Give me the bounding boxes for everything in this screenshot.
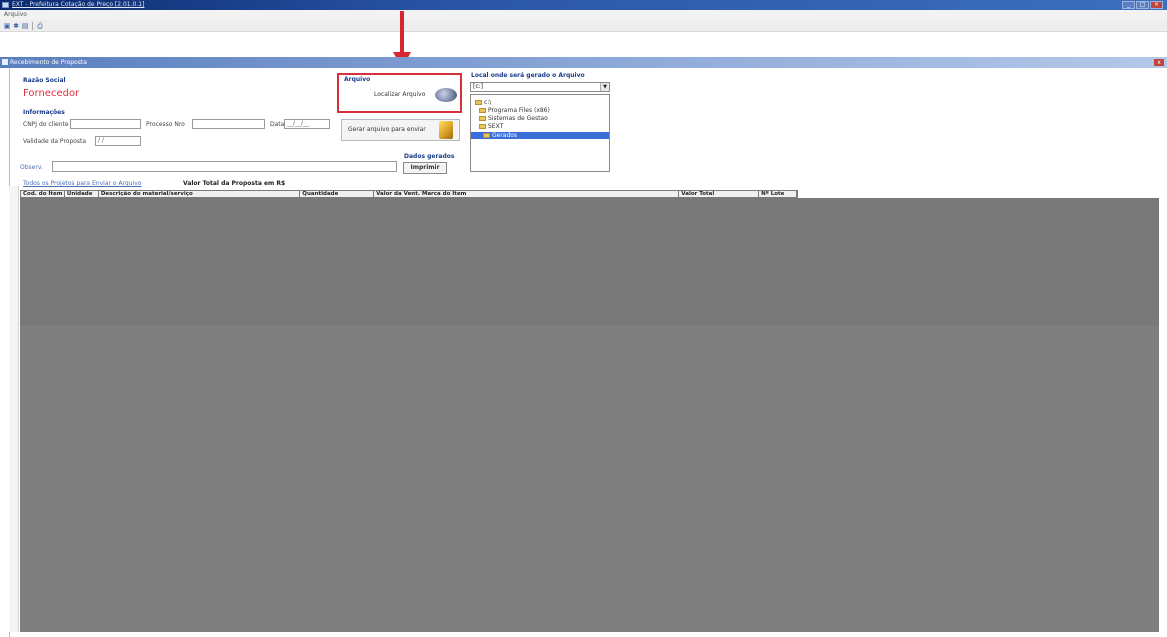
column-header[interactable]: Quantidade bbox=[300, 191, 375, 197]
cnpj-field[interactable] bbox=[70, 119, 141, 129]
data-field[interactable]: __/__/__ bbox=[284, 119, 330, 129]
tree-item-selected[interactable]: Gerados bbox=[471, 132, 609, 139]
edit-icon[interactable]: ▤ bbox=[21, 22, 29, 30]
column-header[interactable]: Nº Lote bbox=[759, 191, 797, 197]
subwindow-close-button[interactable]: x bbox=[1154, 59, 1164, 66]
window-titlebar: EXT - Prefeitura Cotação de Preço [2.01.… bbox=[0, 0, 1167, 10]
imprimir-button[interactable]: Imprimir bbox=[403, 162, 447, 174]
folder-icon bbox=[479, 116, 486, 121]
valor-total-label: Valor Total da Proposta em R$ bbox=[183, 180, 286, 187]
drive-select[interactable]: [c:] ▼ bbox=[470, 82, 610, 92]
highlight-box bbox=[337, 73, 462, 113]
save-icon[interactable]: ▣ bbox=[3, 22, 11, 30]
gerar-arquivo-label: Gerar arquivo para enviar bbox=[348, 126, 426, 133]
validade-field[interactable]: / / bbox=[95, 136, 141, 146]
app-icon bbox=[2, 2, 9, 8]
projetos-link[interactable]: Todos os Projetos para Enviar o Arquivo bbox=[23, 180, 141, 187]
observacao-label: Observ. bbox=[20, 164, 43, 171]
column-header[interactable]: Valor Total bbox=[679, 191, 760, 197]
razao-social-label: Razão Social bbox=[23, 77, 66, 84]
subwindow-titlebar: Recebimento de Proposta x bbox=[0, 57, 1167, 68]
column-header[interactable]: Cod. do Item bbox=[21, 191, 65, 197]
column-header[interactable]: Descrição do material/serviço bbox=[99, 191, 301, 197]
refresh-icon[interactable]: ✱ bbox=[12, 22, 20, 30]
folder-tree[interactable]: c:\ Programa Files (x86) Sistemas de Ges… bbox=[470, 94, 610, 172]
print-icon[interactable]: ⎙ bbox=[36, 22, 44, 30]
folder-icon bbox=[483, 133, 490, 138]
folder-icon bbox=[479, 124, 486, 129]
tree-item[interactable]: Programa Files (x86) bbox=[479, 107, 550, 114]
gerar-arquivo-button[interactable]: Gerar arquivo para enviar bbox=[341, 119, 460, 141]
data-label: Data bbox=[270, 121, 285, 128]
tree-item[interactable]: SEXT bbox=[479, 123, 503, 130]
grid-row-header bbox=[9, 186, 19, 632]
grid-header: Cod. do Item Unidade Descrição do materi… bbox=[20, 190, 798, 198]
cnpj-label: CNPJ do cliente bbox=[23, 121, 69, 128]
toolbar-separator bbox=[32, 22, 33, 30]
validade-label: Validade da Proposta bbox=[23, 138, 87, 145]
folder-icon bbox=[479, 108, 486, 113]
column-header[interactable]: Unidade bbox=[65, 191, 99, 197]
maximize-button[interactable]: □ bbox=[1136, 1, 1149, 9]
observacao-field[interactable] bbox=[52, 161, 397, 172]
window-title: EXT - Prefeitura Cotação de Preço [2.01.… bbox=[12, 1, 145, 8]
folder-icon bbox=[475, 100, 482, 105]
grid-upper-region bbox=[20, 198, 1159, 326]
subwindow-icon bbox=[2, 59, 8, 65]
chevron-down-icon[interactable]: ▼ bbox=[600, 83, 609, 91]
dados-gerados-label: Dados gerados bbox=[404, 153, 455, 160]
tree-item[interactable]: Sistemas de Gestao bbox=[479, 115, 548, 122]
close-window-button[interactable]: × bbox=[1150, 1, 1163, 9]
tree-item[interactable]: c:\ bbox=[475, 99, 491, 106]
local-arquivo-label: Local onde será gerado o Arquivo bbox=[471, 72, 585, 79]
processo-field[interactable] bbox=[192, 119, 265, 129]
window-controls: _ □ × bbox=[1122, 1, 1163, 9]
informacoes-label: Informações bbox=[23, 109, 65, 116]
data-grid[interactable] bbox=[20, 198, 1159, 632]
subwindow-title: Recebimento de Proposta bbox=[10, 59, 87, 66]
toolbar: ▣ ✱ ▤ ⎙ bbox=[0, 20, 1167, 32]
minimize-button[interactable]: _ bbox=[1122, 1, 1135, 9]
drive-value: [c:] bbox=[473, 83, 484, 90]
menu-arquivo[interactable]: Arquivo bbox=[4, 11, 27, 18]
processo-label: Processo Nro bbox=[146, 121, 185, 128]
menubar: Arquivo bbox=[0, 10, 1167, 20]
send-pencil-icon bbox=[439, 121, 453, 139]
annotation-arrow-shaft bbox=[400, 11, 404, 57]
fornecedor-value: Fornecedor bbox=[23, 88, 80, 99]
column-header[interactable]: Valor da Vent. Marca do Item bbox=[374, 191, 680, 197]
